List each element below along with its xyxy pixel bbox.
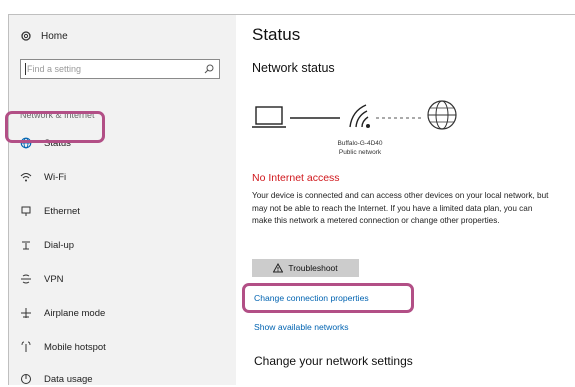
main-content: Status Network status Buffalo-G-4D40 Pub…	[236, 15, 575, 385]
home-label: Home	[41, 30, 68, 42]
sidebar-item-mobile-hotspot[interactable]: Mobile hotspot	[20, 339, 106, 355]
status-highlight-annotation	[5, 111, 105, 143]
internet-globe-icon	[427, 100, 457, 130]
gear-icon	[21, 31, 31, 41]
change-settings-heading: Change your network settings	[254, 354, 413, 368]
laptop-icon	[252, 106, 286, 128]
sidebar-item-label: Airplane mode	[44, 307, 106, 319]
sidebar-item-label: Mobile hotspot	[44, 341, 106, 353]
status-description: Your device is connected and can access …	[252, 191, 549, 226]
link-highlight-annotation	[242, 283, 414, 313]
ethernet-icon	[21, 206, 31, 216]
vpn-icon	[21, 274, 31, 284]
sidebar-item-vpn[interactable]: VPN	[20, 271, 64, 287]
troubleshoot-label: Troubleshoot	[288, 263, 338, 273]
data-usage-icon	[21, 374, 31, 384]
search-input[interactable]: Find a setting	[20, 59, 220, 79]
search-icon[interactable]	[204, 64, 214, 74]
troubleshoot-button[interactable]: Troubleshoot	[252, 259, 359, 277]
sidebar-item-label: Ethernet	[44, 205, 80, 217]
page-title: Status	[252, 25, 301, 44]
sidebar-item-airplane-mode[interactable]: Airplane mode	[20, 305, 105, 321]
network-status-heading: Network status	[252, 61, 335, 75]
network-name: Buffalo-G-4D40	[337, 140, 383, 147]
wifi-icon	[20, 173, 32, 182]
sidebar-item-label: Dial-up	[44, 239, 75, 251]
phone-icon	[22, 241, 30, 250]
sidebar-item-label: Data usage	[44, 373, 93, 385]
no-internet-status: No Internet access	[252, 172, 340, 184]
wifi-router-icon	[349, 104, 370, 128]
network-type: Public network	[338, 149, 382, 156]
search-placeholder: Find a setting	[27, 64, 82, 74]
text-caret	[25, 63, 26, 75]
sidebar-item-label: Wi-Fi	[44, 171, 67, 183]
sidebar-item-label: VPN	[44, 273, 64, 285]
sidebar-item-ethernet[interactable]: Ethernet	[20, 203, 80, 219]
sidebar: Home Find a setting Network & Internet S…	[9, 15, 236, 385]
show-available-networks-link[interactable]: Show available networks	[254, 322, 349, 332]
settings-window: Home Find a setting Network & Internet S…	[0, 0, 575, 385]
network-name-label: Buffalo-G-4D40 Public network	[324, 139, 396, 157]
airplane-icon	[21, 308, 31, 318]
home-nav-item[interactable]: Home	[20, 28, 68, 44]
sidebar-item-wifi[interactable]: Wi-Fi	[20, 169, 66, 185]
warning-icon	[273, 263, 284, 273]
hotspot-icon	[21, 341, 31, 352]
sidebar-item-dialup[interactable]: Dial-up	[20, 237, 74, 253]
